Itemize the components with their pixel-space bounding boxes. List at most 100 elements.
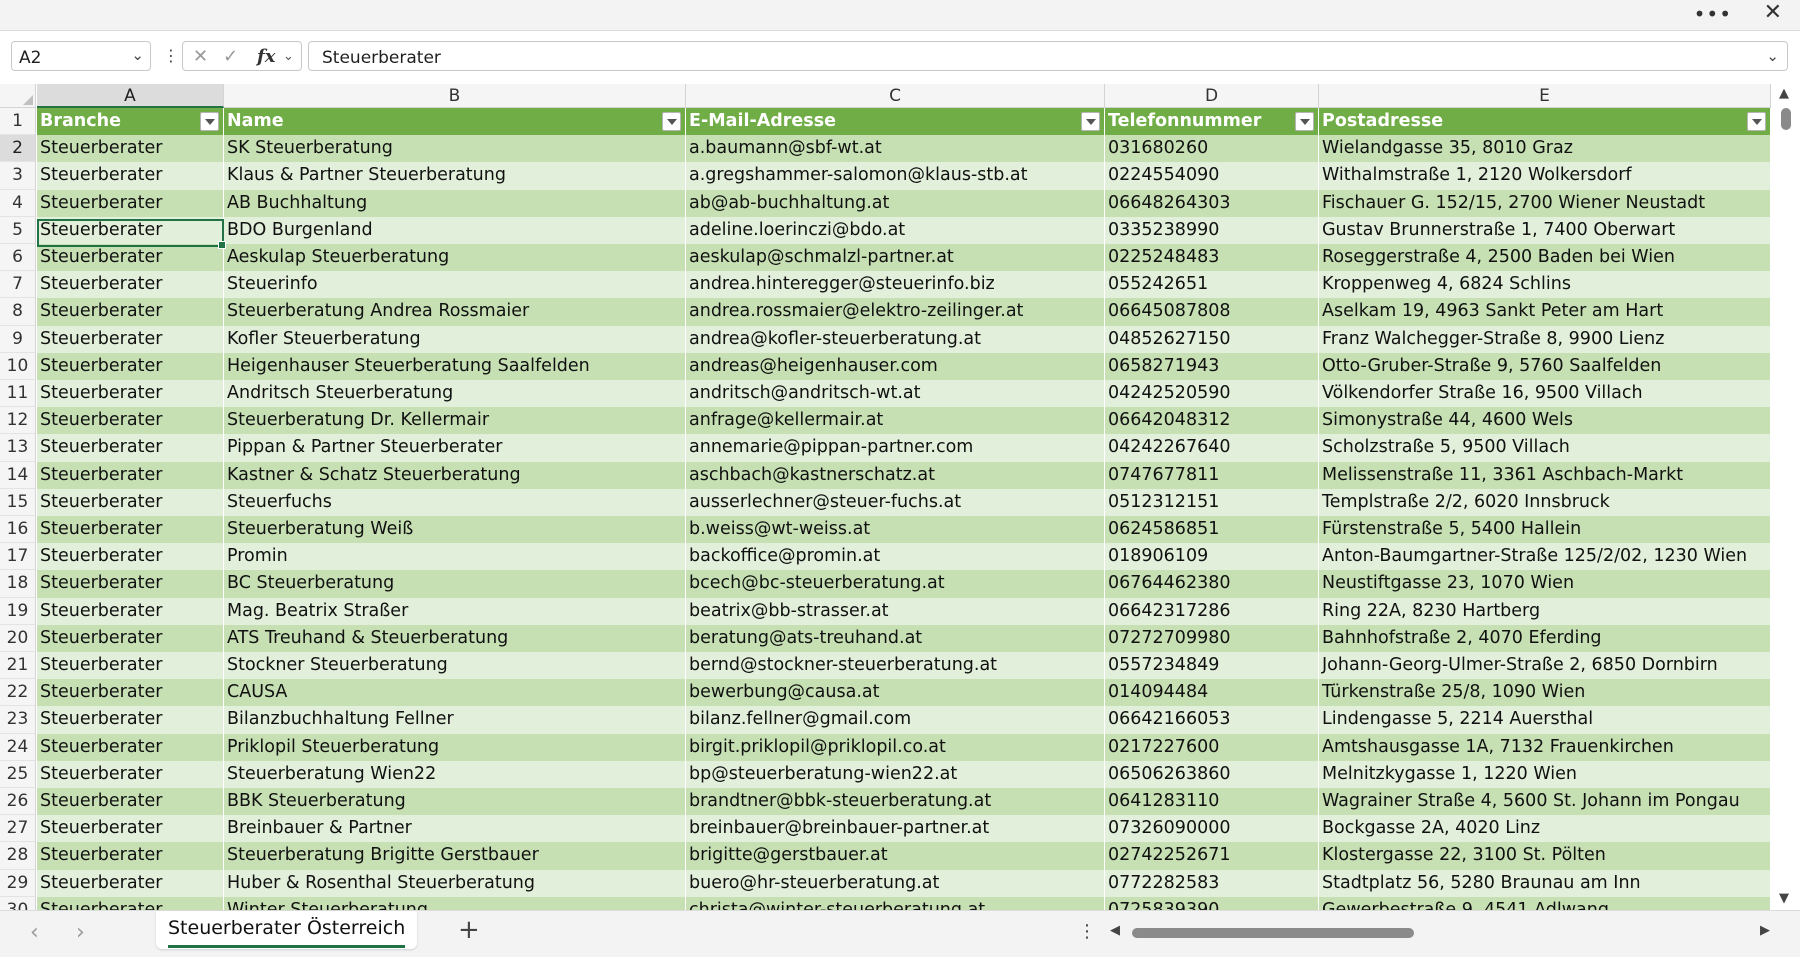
table-cell[interactable]: Huber & Rosenthal Steuerberatung <box>224 869 686 897</box>
table-header-cell[interactable]: Telefonnummer <box>1105 108 1319 136</box>
table-cell[interactable]: Steuerberater <box>37 380 224 408</box>
table-cell[interactable]: Pippan & Partner Steuerberater <box>224 434 686 462</box>
row-number[interactable]: 14 <box>0 461 36 489</box>
table-cell[interactable]: Scholzstraße 5, 9500 Villach <box>1319 434 1771 462</box>
table-cell[interactable]: CAUSA <box>224 679 686 707</box>
row-number[interactable]: 1 <box>0 108 36 136</box>
filter-dropdown-icon[interactable] <box>1295 112 1314 131</box>
vertical-scrollbar[interactable]: ▲ ▼ <box>1772 84 1800 910</box>
table-cell[interactable]: 018906109 <box>1105 543 1319 571</box>
table-cell[interactable]: 06642166053 <box>1105 706 1319 734</box>
row-number[interactable]: 6 <box>0 244 36 272</box>
table-cell[interactable]: andrea.hinteregger@steuerinfo.biz <box>686 271 1105 299</box>
table-cell[interactable]: 02742252671 <box>1105 842 1319 870</box>
chevron-down-icon[interactable]: ⌄ <box>283 49 294 64</box>
table-cell[interactable]: Steuerberater <box>37 216 224 244</box>
table-cell[interactable]: a.baumann@sbf-wt.at <box>686 135 1105 163</box>
table-cell[interactable]: Kofler Steuerberatung <box>224 325 686 353</box>
previous-sheet-chevron-icon[interactable]: ‹ <box>30 920 39 945</box>
filter-dropdown-icon[interactable] <box>1747 112 1766 131</box>
table-cell[interactable]: Klostergasse 22, 3100 St. Pölten <box>1319 842 1771 870</box>
table-cell[interactable]: 04242267640 <box>1105 434 1319 462</box>
table-cell[interactable]: Steuerberater <box>37 543 224 571</box>
table-cell[interactable]: Melnitzkygasse 1, 1220 Wien <box>1319 760 1771 788</box>
table-cell[interactable]: AB Buchhaltung <box>224 189 686 217</box>
scroll-up-arrow-icon[interactable]: ▲ <box>1779 86 1789 101</box>
table-cell[interactable]: Steuerberatung Dr. Kellermair <box>224 407 686 435</box>
table-cell[interactable]: aeskulap@schmalzl-partner.at <box>686 244 1105 272</box>
table-cell[interactable]: Kroppenweg 4, 6824 Schlins <box>1319 271 1771 299</box>
table-cell[interactable]: ausserlechner@steuer-fuchs.at <box>686 488 1105 516</box>
table-cell[interactable]: Otto-Gruber-Straße 9, 5760 Saalfelden <box>1319 352 1771 380</box>
table-cell[interactable]: 06642048312 <box>1105 407 1319 435</box>
row-number[interactable]: 30 <box>0 896 36 910</box>
plus-icon[interactable]: + <box>458 915 480 945</box>
table-cell[interactable]: Bahnhofstraße 2, 4070 Eferding <box>1319 624 1771 652</box>
table-cell[interactable]: Steuerberater <box>37 624 224 652</box>
horizontal-scroll-thumb[interactable] <box>1132 928 1414 938</box>
table-cell[interactable]: Stockner Steuerberatung <box>224 652 686 680</box>
row-number[interactable]: 7 <box>0 271 36 299</box>
table-cell[interactable]: birgit.priklopil@priklopil.co.at <box>686 733 1105 761</box>
table-cell[interactable]: Wagrainer Straße 4, 5600 St. Johann im P… <box>1319 788 1771 816</box>
table-cell[interactable]: buero@hr-steuerberatung.at <box>686 869 1105 897</box>
table-cell[interactable]: Priklopil Steuerberatung <box>224 733 686 761</box>
column-header-e[interactable]: E <box>1319 84 1771 108</box>
table-cell[interactable]: Neustiftgasse 23, 1070 Wien <box>1319 570 1771 598</box>
table-cell[interactable]: anfrage@kellermair.at <box>686 407 1105 435</box>
table-cell[interactable]: Bilanzbuchhaltung Fellner <box>224 706 686 734</box>
cancel-x-icon[interactable]: ✕ <box>193 46 208 67</box>
table-cell[interactable]: Kastner & Schatz Steuerberatung <box>224 461 686 489</box>
table-cell[interactable]: 0217227600 <box>1105 733 1319 761</box>
chevron-down-icon[interactable]: ⌄ <box>131 46 144 64</box>
table-cell[interactable]: Steuerberater <box>37 733 224 761</box>
table-cell[interactable]: 0624586851 <box>1105 516 1319 544</box>
checkmark-icon[interactable]: ✓ <box>223 46 238 67</box>
table-cell[interactable]: andrea@kofler-steuerberatung.at <box>686 325 1105 353</box>
table-cell[interactable]: 0772282583 <box>1105 869 1319 897</box>
row-number[interactable]: 8 <box>0 298 36 326</box>
filter-dropdown-icon[interactable] <box>200 112 219 131</box>
table-cell[interactable]: backoffice@promin.at <box>686 543 1105 571</box>
table-cell[interactable]: 06764462380 <box>1105 570 1319 598</box>
table-cell[interactable]: 0557234849 <box>1105 652 1319 680</box>
table-cell[interactable]: breinbauer@breinbauer-partner.at <box>686 815 1105 843</box>
next-sheet-chevron-icon[interactable]: › <box>76 920 85 945</box>
table-cell[interactable]: Simonystraße 44, 4600 Wels <box>1319 407 1771 435</box>
formula-input[interactable]: Steuerberater ⌄ <box>308 41 1788 71</box>
sheet-tab-active[interactable]: Steuerberater Österreich <box>156 911 418 949</box>
table-cell[interactable]: Steuerberater <box>37 570 224 598</box>
table-cell[interactable]: Steuerberatung Brigitte Gerstbauer <box>224 842 686 870</box>
table-cell[interactable]: Promin <box>224 543 686 571</box>
table-cell[interactable]: 06642317286 <box>1105 597 1319 625</box>
table-cell[interactable]: brigitte@gerstbauer.at <box>686 842 1105 870</box>
table-cell[interactable]: BC Steuerberatung <box>224 570 686 598</box>
table-cell[interactable]: Steuerberater <box>37 434 224 462</box>
table-cell[interactable]: 07326090000 <box>1105 815 1319 843</box>
column-header-a[interactable]: A <box>37 84 224 108</box>
table-cell[interactable]: Winter Steuerberatung <box>224 896 686 910</box>
table-cell[interactable]: Steuerberater <box>37 162 224 190</box>
row-number[interactable]: 12 <box>0 407 36 435</box>
table-cell[interactable]: 06506263860 <box>1105 760 1319 788</box>
row-number[interactable]: 10 <box>0 352 36 380</box>
row-number[interactable]: 18 <box>0 570 36 598</box>
table-cell[interactable]: Stadtplatz 56, 5280 Braunau am Inn <box>1319 869 1771 897</box>
table-cell[interactable]: a.gregshammer-salomon@klaus-stb.at <box>686 162 1105 190</box>
table-cell[interactable]: andreas@heigenhauser.com <box>686 352 1105 380</box>
table-cell[interactable]: christa@winter-steuerberatung.at <box>686 896 1105 910</box>
table-cell[interactable]: SK Steuerberatung <box>224 135 686 163</box>
table-cell[interactable]: 06645087808 <box>1105 298 1319 326</box>
scroll-right-arrow-icon[interactable]: ▶ <box>1760 923 1770 938</box>
table-cell[interactable]: Steuerberater <box>37 135 224 163</box>
table-cell[interactable]: Gewerbestraße 9, 4541 Adlwang <box>1319 896 1771 910</box>
row-number[interactable]: 27 <box>0 815 36 843</box>
table-cell[interactable]: Anton-Baumgartner-Straße 125/2/02, 1230 … <box>1319 543 1771 571</box>
table-cell[interactable]: Franz Walchegger-Straße 8, 9900 Lienz <box>1319 325 1771 353</box>
spreadsheet-grid[interactable]: ABCDE 1 Branche Name E-Mail-Adresse Telefonn… <box>0 84 1772 910</box>
table-cell[interactable]: Steuerberater <box>37 352 224 380</box>
row-number[interactable]: 23 <box>0 706 36 734</box>
row-number[interactable]: 3 <box>0 162 36 190</box>
table-cell[interactable]: 0747677811 <box>1105 461 1319 489</box>
row-number[interactable]: 4 <box>0 189 36 217</box>
